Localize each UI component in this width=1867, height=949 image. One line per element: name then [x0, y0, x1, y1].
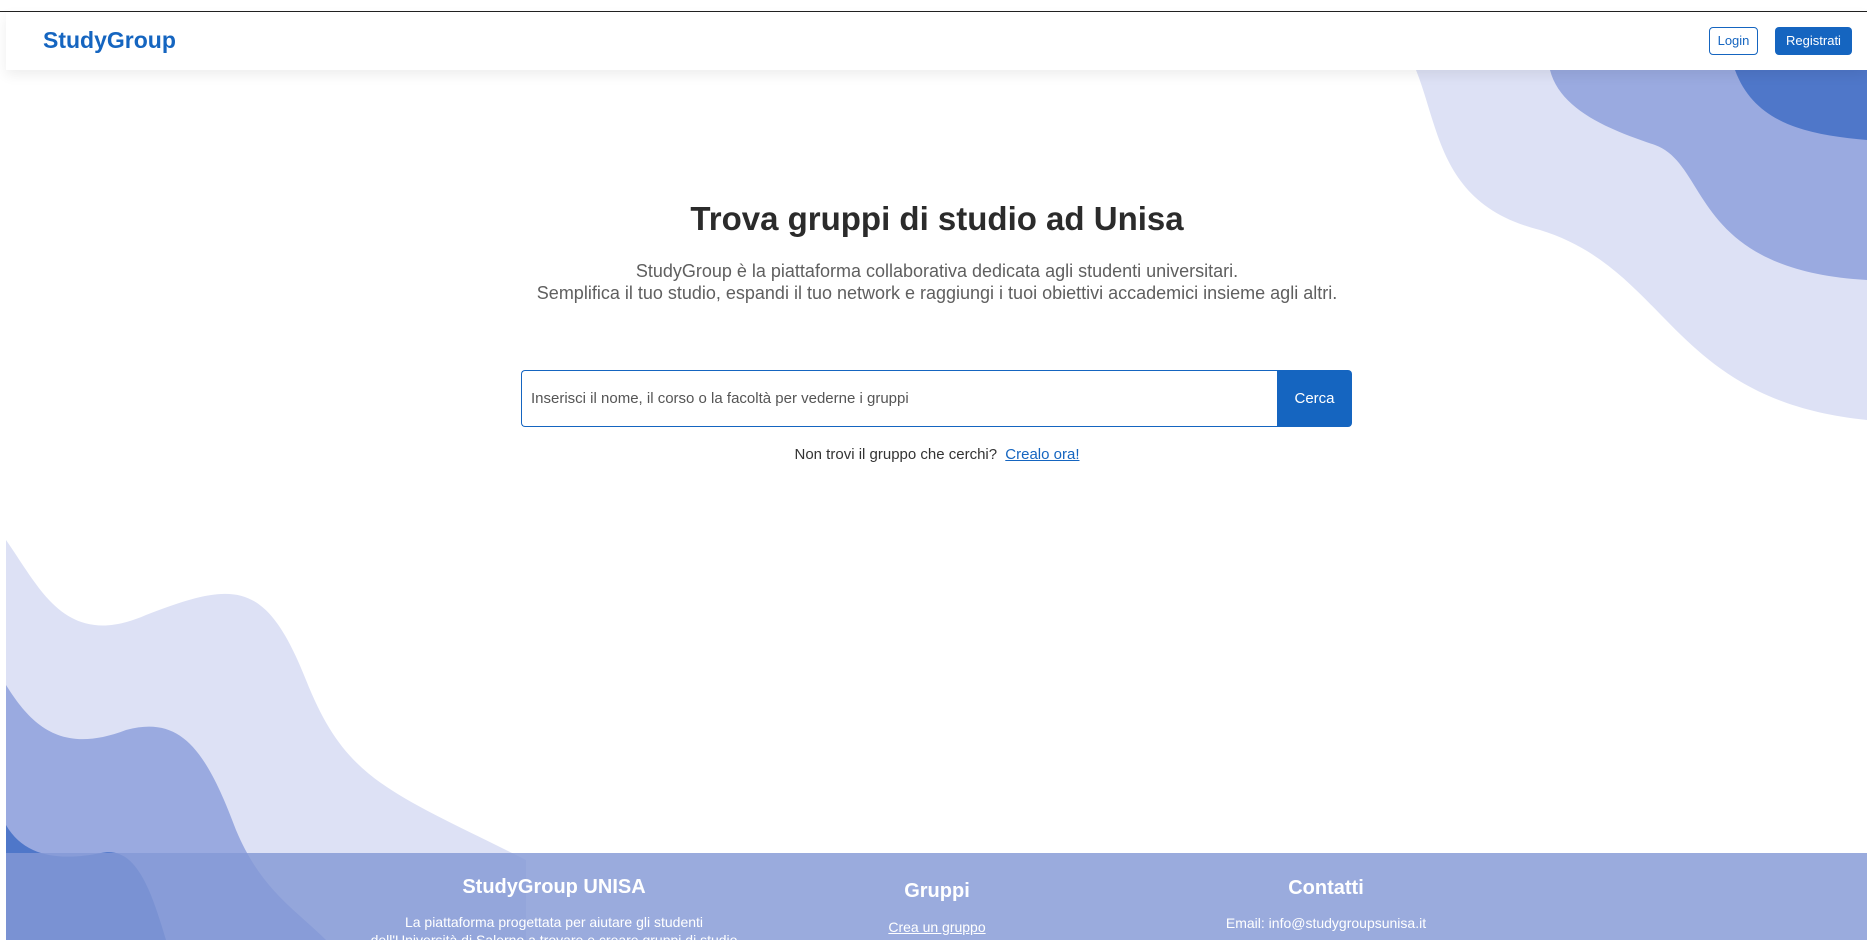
footer-contacts-column: Contatti Email: info@studygroupsunisa.it: [1176, 877, 1476, 932]
footer-create-group-link[interactable]: Crea un gruppo: [888, 919, 985, 935]
footer-about-line-1: La piattaforma progettata per aiutare gl…: [404, 914, 704, 930]
create-group-prompt: Non trovi il gruppo che cerchi? Crealo o…: [0, 446, 1867, 463]
footer-groups-column: Gruppi Crea un gruppo: [837, 880, 1037, 937]
search-button[interactable]: Cerca: [1277, 370, 1352, 427]
footer-about-text: La piattaforma progettata per aiutare gl…: [234, 913, 874, 949]
navbar: StudyGroup Login Registrati: [6, 12, 1867, 70]
hero-subtitle-line-1: StudyGroup è la piattaforma collaborativ…: [635, 261, 1239, 281]
footer-contacts-heading: Contatti: [1288, 877, 1364, 899]
footer-about-heading: StudyGroup UNISA: [462, 876, 646, 898]
create-group-link[interactable]: Crealo ora!: [1005, 446, 1079, 463]
register-button[interactable]: Registrati: [1775, 27, 1852, 55]
hero-subtitle-line-2: Semplifica il tuo studio, espandi il tuo…: [536, 283, 1338, 303]
hero-title: Trova gruppi di studio ad Unisa: [690, 200, 1184, 237]
search-input[interactable]: [521, 370, 1277, 427]
search-bar: Cerca: [521, 370, 1352, 427]
footer-groups-heading: Gruppi: [904, 880, 970, 902]
footer: StudyGroup UNISA La piattaforma progetta…: [6, 853, 1867, 948]
footer-contact-email: Email: info@studygroupsunisa.it: [1225, 915, 1427, 931]
create-group-text: Non trovi il gruppo che cerchi?: [794, 446, 998, 463]
top-right-wave-decoration: [1416, 70, 1867, 420]
footer-about-column: StudyGroup UNISA La piattaforma progetta…: [234, 876, 874, 949]
login-button[interactable]: Login: [1709, 27, 1758, 55]
footer-about-line-2: dell'Università di Salerno a trovare e c…: [370, 932, 738, 948]
brand-logo[interactable]: StudyGroup: [43, 27, 176, 54]
